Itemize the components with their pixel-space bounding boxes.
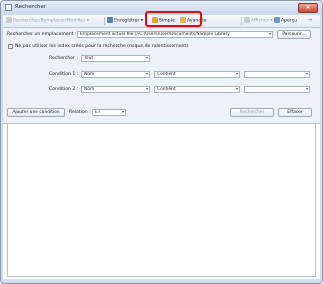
criteria-area: Rechercher un emplacement : Emplacement … — [3, 28, 320, 124]
chevron-down-icon — [269, 33, 271, 35]
condition-2-operator[interactable]: Contient — [154, 86, 240, 93]
save-icon — [107, 17, 113, 23]
search-button[interactable]: Rechercher — [230, 108, 274, 117]
app-icon — [5, 4, 12, 11]
chevron-down-icon — [306, 88, 308, 90]
add-condition-button[interactable]: Ajouter une condition — [7, 108, 65, 117]
status-bar — [3, 279, 320, 282]
chevron-down-icon — [236, 73, 238, 75]
close-button[interactable]: ✕ — [298, 3, 318, 13]
relation-label: Relation : — [69, 110, 91, 115]
simple-advanced-highlight — [145, 11, 202, 27]
save-button[interactable]: Enregistrer ▾ — [107, 17, 143, 25]
relation-combo[interactable]: ET — [92, 109, 126, 116]
toolbar-separator — [104, 17, 105, 25]
preview-button[interactable]: Aperçu — [274, 17, 297, 25]
location-value: Emplacement actuel file:///C:/Users/user… — [80, 32, 230, 37]
chevron-down-icon — [146, 57, 148, 59]
condition-2-value[interactable] — [244, 86, 310, 93]
no-index-checkbox[interactable] — [8, 44, 13, 49]
condition-1-value[interactable] — [244, 71, 310, 78]
condition-2-field[interactable]: Nom — [81, 86, 150, 93]
pin-icon[interactable]: ⇥ — [308, 17, 312, 25]
toolbar-separator — [241, 17, 242, 25]
clear-button[interactable]: Effacer — [278, 108, 312, 117]
browse-button[interactable]: Parcourir... — [277, 30, 311, 39]
display-button[interactable]: Afficher ▾ — [244, 17, 273, 25]
location-combo[interactable]: Emplacement actuel file:///C:/Users/user… — [77, 31, 273, 38]
search-icon — [6, 17, 12, 23]
chevron-down-icon — [122, 111, 124, 113]
search-panel: Rechercher un emplacement : Emplacement … — [3, 28, 320, 280]
window-title: Rechercher — [15, 4, 47, 10]
chevron-down-icon — [306, 73, 308, 75]
display-icon — [244, 17, 250, 23]
location-label: Rechercher un emplacement : — [7, 32, 77, 37]
search-window: Rechercher ✕ Rechercher/Remplacer/Modifi… — [0, 0, 323, 284]
condition-1-field[interactable]: Nom — [81, 71, 150, 78]
preview-icon — [274, 17, 280, 23]
chevron-down-icon — [146, 73, 148, 75]
search-replace-button[interactable]: Rechercher/Remplacer/Modifier ▾ — [6, 17, 89, 25]
no-index-label: Ne pas utiliser les index créés pour la … — [15, 44, 189, 49]
search-target-label: Rechercher : — [49, 56, 79, 61]
condition-1-label: Condition 1 : — [49, 72, 79, 77]
condition-1-operator[interactable]: Contient — [154, 71, 240, 78]
chevron-down-icon — [146, 88, 148, 90]
condition-2-label: Condition 2 : — [49, 87, 79, 92]
chevron-down-icon — [236, 88, 238, 90]
search-target-combo[interactable]: Tout — [81, 55, 150, 62]
results-area[interactable] — [7, 123, 316, 277]
